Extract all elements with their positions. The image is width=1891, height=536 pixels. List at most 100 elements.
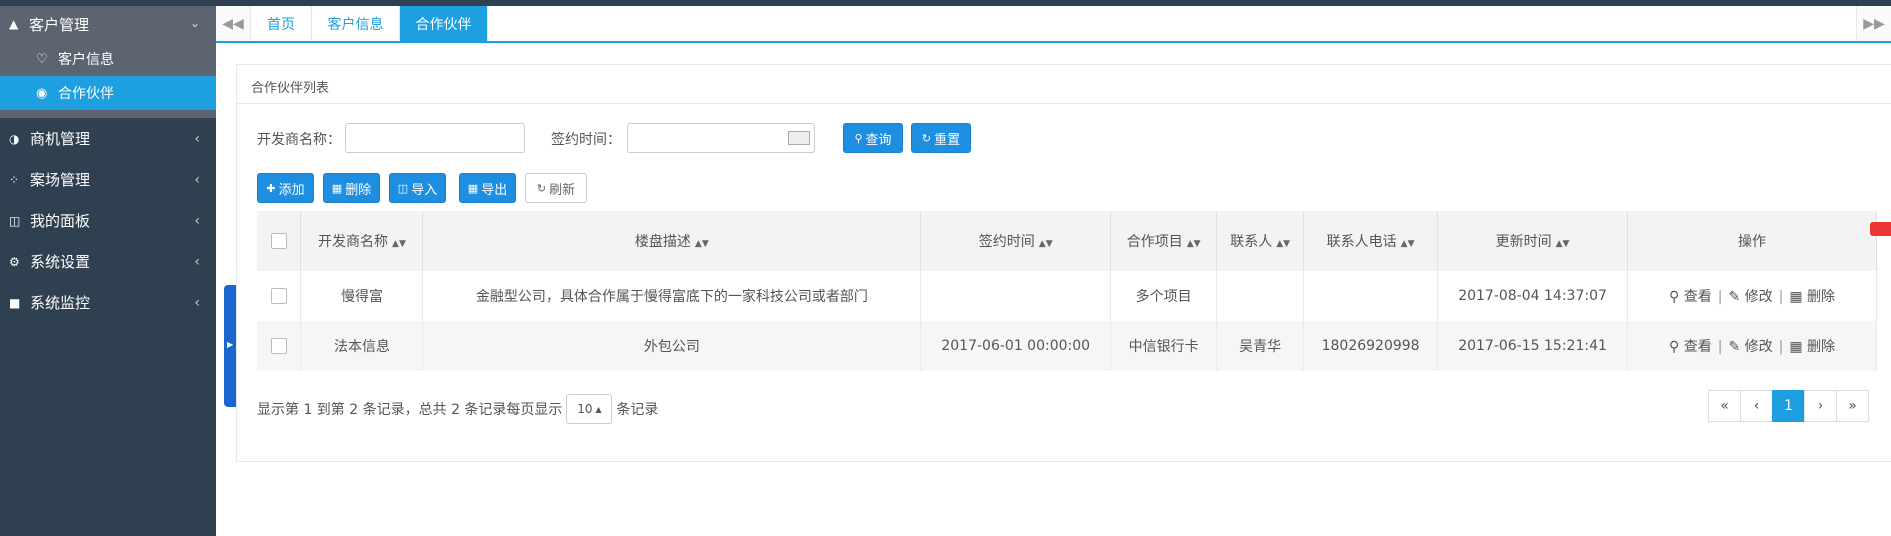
import-label: 导入 bbox=[411, 182, 438, 198]
cell-actions: ⚲ 查看 | ✎ 修改 | ▦ 删除 bbox=[1627, 271, 1877, 321]
column-header[interactable]: 联系人电话 ▲▼ bbox=[1303, 211, 1439, 271]
last-page-button[interactable]: » bbox=[1836, 390, 1869, 422]
edit-link[interactable]: ✎ 修改 bbox=[1728, 339, 1772, 355]
table-row[interactable]: 慢得富 金融型公司，具体合作属于慢得富底下的一家科技公司或者部门 多个项目 20… bbox=[257, 271, 1877, 321]
sidebar-item-customer-info[interactable]: ♡ 客户信息 bbox=[0, 42, 216, 76]
column-label: 楼盘描述 bbox=[634, 234, 691, 250]
sidebar-item-partners[interactable]: ◉ 合作伙伴 bbox=[0, 76, 216, 110]
heart-icon: ♡ bbox=[36, 51, 48, 67]
cell-updated: 2017-06-15 15:21:41 bbox=[1437, 321, 1629, 371]
cell-project: 中信银行卡 bbox=[1110, 321, 1218, 371]
next-page-button[interactable]: › bbox=[1804, 390, 1837, 422]
sign-time-label: 签约时间： bbox=[551, 132, 621, 148]
menu-divider bbox=[0, 110, 216, 118]
export-button[interactable]: ▦ 导出 bbox=[459, 173, 516, 203]
chevron-left-icon: ‹ bbox=[194, 171, 200, 188]
edit-link[interactable]: ✎ 修改 bbox=[1728, 289, 1772, 305]
developer-name-label: 开发商名称： bbox=[257, 132, 341, 148]
column-header[interactable]: 联系人 ▲▼ bbox=[1216, 211, 1305, 271]
column-label: 操作 bbox=[1738, 234, 1767, 250]
menu-settings[interactable]: ⚙ 系统设置 ‹ bbox=[0, 241, 216, 282]
row-select-cell[interactable] bbox=[257, 321, 302, 371]
column-header[interactable]: 合作项目 ▲▼ bbox=[1110, 211, 1218, 271]
select-all-cell[interactable] bbox=[257, 211, 302, 271]
tab-bar: ◀◀ 首页 客户信息 合作伙伴 ▶▶ bbox=[216, 6, 1891, 43]
row-select-cell[interactable] bbox=[257, 271, 302, 321]
panel-title: 合作伙伴列表 bbox=[251, 81, 330, 96]
delete-link[interactable]: ▦ 删除 bbox=[1789, 289, 1835, 305]
column-label: 签约时间 bbox=[978, 234, 1035, 250]
cell-phone: 18026920998 bbox=[1303, 321, 1439, 371]
column-header[interactable]: 更新时间 ▲▼ bbox=[1437, 211, 1629, 271]
menu-dashboard[interactable]: ◫ 我的面板 ‹ bbox=[0, 200, 216, 241]
divider bbox=[237, 103, 1891, 104]
cell-sign-time bbox=[920, 271, 1112, 321]
tab-partners[interactable]: 合作伙伴 bbox=[400, 6, 488, 41]
delete-link[interactable]: ▦ 删除 bbox=[1789, 339, 1835, 355]
sidebar-item-label: 合作伙伴 bbox=[58, 86, 114, 102]
column-header[interactable]: 楼盘描述 ▲▼ bbox=[422, 211, 922, 271]
import-button[interactable]: ◫ 导入 bbox=[389, 173, 446, 203]
delete-button[interactable]: ▦ 删除 bbox=[323, 173, 380, 203]
menu-monitor[interactable]: ■ 系统监控 ‹ bbox=[0, 282, 216, 323]
tab-customer-info[interactable]: 客户信息 bbox=[312, 6, 400, 41]
view-link[interactable]: ⚲ 查看 bbox=[1669, 289, 1712, 305]
menu-business[interactable]: ◑ 商机管理 ‹ bbox=[0, 118, 216, 159]
add-label: 添加 bbox=[278, 182, 305, 198]
double-chevron-left-icon: « bbox=[1720, 398, 1729, 414]
export-label: 导出 bbox=[481, 182, 508, 198]
tab-label: 客户信息 bbox=[327, 16, 384, 33]
calendar-icon[interactable] bbox=[788, 131, 810, 145]
select-all-checkbox[interactable] bbox=[270, 233, 287, 249]
row-checkbox[interactable] bbox=[270, 288, 287, 304]
page-size-select[interactable]: 10 ▲ bbox=[566, 394, 613, 424]
gear-icon: ⚙ bbox=[9, 254, 20, 269]
query-button[interactable]: ⚲ 查询 bbox=[843, 123, 903, 153]
folder-open-icon: ◫ bbox=[397, 181, 409, 195]
chevron-left-icon: ‹ bbox=[194, 253, 200, 270]
edit-icon: ✎ bbox=[1728, 289, 1745, 305]
menu-label: 案场管理 bbox=[30, 171, 91, 189]
reset-button[interactable]: ↻ 重置 bbox=[911, 123, 971, 153]
menu-customer-header[interactable]: ▲ 客户管理 ⌄ bbox=[0, 6, 216, 42]
developer-name-input[interactable] bbox=[345, 123, 525, 153]
side-collapse-tab[interactable]: ▶ bbox=[224, 285, 236, 407]
column-header[interactable]: 开发商名称 ▲▼ bbox=[300, 211, 424, 271]
cell-developer: 慢得富 bbox=[300, 271, 424, 321]
table-row[interactable]: 法本信息 外包公司 2017-06-01 00:00:00 中信银行卡 吴青华 … bbox=[257, 321, 1877, 371]
pagination: « ‹ 1 › » bbox=[1708, 390, 1869, 422]
query-label: 查询 bbox=[865, 132, 892, 148]
column-label: 联系人 bbox=[1230, 234, 1273, 250]
tab-scroll-right-button[interactable]: ▶▶ bbox=[1856, 6, 1891, 41]
first-page-button[interactable]: « bbox=[1708, 390, 1741, 422]
chevron-left-icon: ‹ bbox=[194, 212, 200, 229]
sort-icon: ▲▼ bbox=[392, 239, 406, 249]
refresh-button[interactable]: ↻ 刷新 bbox=[525, 173, 587, 203]
edit-label: 修改 bbox=[1744, 339, 1773, 355]
cell-updated: 2017-08-04 14:37:07 bbox=[1437, 271, 1629, 321]
edit-icon: ✎ bbox=[1728, 339, 1745, 355]
tab-home[interactable]: 首页 bbox=[251, 6, 312, 41]
chevron-left-icon: ‹ bbox=[194, 130, 200, 147]
chevron-left-icon: ‹ bbox=[1753, 398, 1760, 414]
column-label: 合作项目 bbox=[1126, 234, 1183, 250]
view-link[interactable]: ⚲ 查看 bbox=[1669, 339, 1712, 355]
cell-contact bbox=[1216, 271, 1305, 321]
menu-list: ◑ 商机管理 ‹ ⁘ 案场管理 ‹ ◫ 我的面板 ‹ ⚙ 系统设置 ‹ ■ 系统… bbox=[0, 118, 216, 323]
column-header: 操作 bbox=[1627, 211, 1877, 271]
row-checkbox[interactable] bbox=[270, 338, 287, 354]
sort-icon: ▲▼ bbox=[1186, 239, 1201, 249]
column-header[interactable]: 签约时间 ▲▼ bbox=[920, 211, 1112, 271]
tab-scroll-left-button[interactable]: ◀◀ bbox=[216, 6, 251, 41]
double-chevron-left-icon: ◀◀ bbox=[222, 15, 244, 32]
prev-page-button[interactable]: ‹ bbox=[1740, 390, 1773, 422]
refresh-label: 刷新 bbox=[549, 182, 576, 198]
delete-label: 删除 bbox=[1807, 339, 1836, 355]
sort-icon: ▲▼ bbox=[1555, 239, 1570, 249]
corner-badge[interactable] bbox=[1870, 222, 1891, 236]
page-button[interactable]: 1 bbox=[1772, 390, 1805, 422]
caret-right-icon: ▶ bbox=[227, 340, 234, 349]
add-button[interactable]: ✚ 添加 bbox=[257, 173, 314, 203]
sign-time-input[interactable] bbox=[627, 123, 815, 153]
menu-site[interactable]: ⁘ 案场管理 ‹ bbox=[0, 159, 216, 200]
